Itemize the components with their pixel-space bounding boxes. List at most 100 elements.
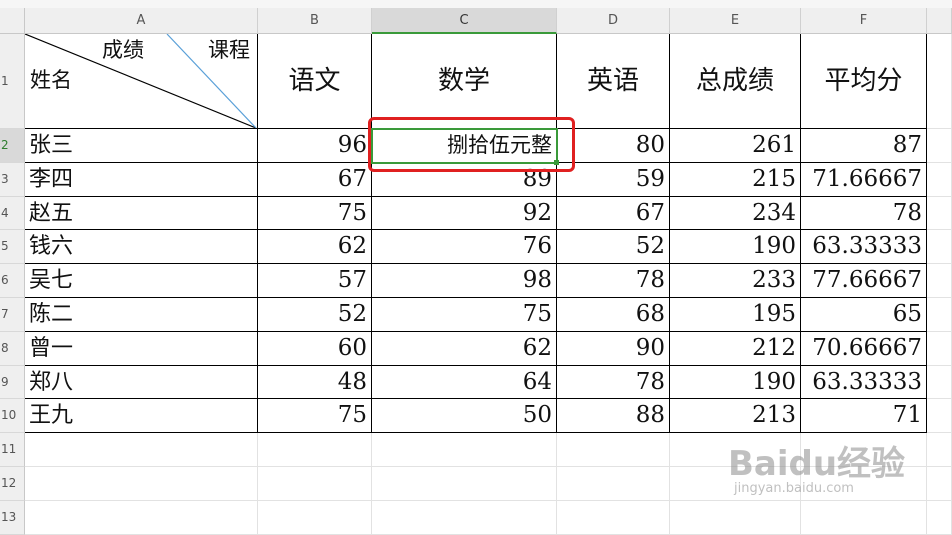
total-cell[interactable]: 213 (670, 399, 801, 434)
row-header-9[interactable]: 9 (0, 365, 25, 400)
avg-cell[interactable]: 70.66667 (801, 331, 927, 366)
row-header-10[interactable]: 10 (0, 399, 25, 434)
english-cell[interactable]: 68 (557, 298, 670, 332)
row-header-8[interactable]: 8 (0, 331, 25, 366)
name-cell[interactable]: 陈二 (25, 298, 258, 332)
chinese-cell[interactable]: 75 (258, 196, 372, 231)
english-cell[interactable]: 67 (557, 196, 670, 231)
total-cell[interactable]: 195 (670, 298, 801, 332)
row-header-1[interactable]: 1 (0, 34, 25, 129)
chinese-cell[interactable]: 96 (258, 129, 372, 163)
row-header-2[interactable]: 2 (0, 129, 25, 163)
english-cell[interactable]: 78 (557, 365, 670, 400)
empty-cell[interactable] (927, 129, 952, 163)
empty-cell[interactable] (927, 433, 952, 467)
name-cell[interactable]: 李四 (25, 162, 258, 197)
math-cell[interactable]: 75 (372, 298, 557, 332)
empty-cell[interactable] (372, 467, 557, 501)
empty-cell[interactable] (927, 162, 952, 197)
total-cell[interactable]: 212 (670, 331, 801, 366)
total-cell[interactable]: 234 (670, 196, 801, 231)
math-cell[interactable]: 64 (372, 365, 557, 400)
math-cell[interactable]: 62 (372, 331, 557, 366)
empty-cell[interactable] (372, 433, 557, 467)
row-header-6[interactable]: 6 (0, 264, 25, 298)
empty-cell[interactable] (927, 365, 952, 400)
avg-cell[interactable]: 87 (801, 129, 927, 163)
empty-cell[interactable] (927, 331, 952, 366)
total-cell[interactable]: 215 (670, 162, 801, 197)
empty-cell[interactable] (258, 433, 372, 467)
empty-cell[interactable] (927, 264, 952, 298)
empty-cell[interactable] (670, 433, 801, 467)
chinese-cell[interactable]: 67 (258, 162, 372, 197)
english-cell[interactable]: 90 (557, 331, 670, 366)
english-cell[interactable]: 52 (557, 230, 670, 265)
row-header-3[interactable]: 3 (0, 162, 25, 197)
math-cell[interactable]: 92 (372, 196, 557, 231)
english-cell[interactable]: 59 (557, 162, 670, 197)
math-cell[interactable]: 50 (372, 399, 557, 434)
fill-handle[interactable] (554, 159, 559, 165)
header-cell[interactable]: 平均分 (801, 34, 927, 129)
avg-cell[interactable]: 77.66667 (801, 264, 927, 298)
empty-cell[interactable] (927, 467, 952, 501)
row-header-5[interactable]: 5 (0, 230, 25, 265)
column-header-b[interactable]: B (258, 8, 372, 34)
name-cell[interactable]: 吴七 (25, 264, 258, 298)
empty-cell[interactable] (801, 433, 927, 467)
empty-cell[interactable] (25, 433, 258, 467)
empty-cell[interactable] (557, 433, 670, 467)
chinese-cell[interactable]: 62 (258, 230, 372, 265)
chinese-cell[interactable]: 60 (258, 331, 372, 366)
avg-cell[interactable]: 71 (801, 399, 927, 434)
name-cell[interactable]: 曾一 (25, 331, 258, 366)
math-cell[interactable]: 98 (372, 264, 557, 298)
row-header-7[interactable]: 7 (0, 298, 25, 332)
empty-cell[interactable] (927, 230, 952, 265)
row-header-12[interactable]: 12 (0, 467, 25, 501)
avg-cell[interactable]: 63.33333 (801, 365, 927, 400)
english-cell[interactable]: 80 (557, 129, 670, 163)
row-header-11[interactable]: 11 (0, 433, 25, 467)
empty-cell[interactable] (927, 34, 952, 129)
empty-cell[interactable] (557, 467, 670, 501)
select-all-corner[interactable] (0, 8, 25, 34)
header-cell[interactable]: 总成绩 (670, 34, 801, 129)
total-cell[interactable]: 261 (670, 129, 801, 163)
column-header-e[interactable]: E (670, 8, 801, 34)
math-cell[interactable]: 捌拾伍元整 (372, 129, 557, 163)
total-cell[interactable]: 190 (670, 230, 801, 265)
english-cell[interactable]: 88 (557, 399, 670, 434)
header-cell[interactable]: 数学 (372, 34, 557, 129)
chinese-cell[interactable]: 48 (258, 365, 372, 400)
total-cell[interactable]: 233 (670, 264, 801, 298)
chinese-cell[interactable]: 75 (258, 399, 372, 434)
name-cell[interactable]: 钱六 (25, 230, 258, 265)
name-cell[interactable]: 王九 (25, 399, 258, 434)
header-cell[interactable]: 英语 (557, 34, 670, 129)
column-header-a[interactable]: A (25, 8, 258, 34)
empty-cell[interactable] (927, 399, 952, 434)
empty-cell[interactable] (670, 467, 801, 501)
name-cell[interactable]: 张三 (25, 129, 258, 163)
column-header-g[interactable] (927, 8, 952, 34)
empty-cell[interactable] (25, 467, 258, 501)
empty-cell[interactable] (927, 196, 952, 231)
chinese-cell[interactable]: 52 (258, 298, 372, 332)
header-cell[interactable]: 语文 (258, 34, 372, 129)
diagonal-header-cell[interactable]: 成绩 课程 姓名 (25, 34, 258, 129)
name-cell[interactable]: 赵五 (25, 196, 258, 231)
empty-cell[interactable] (801, 467, 927, 501)
chinese-cell[interactable]: 57 (258, 264, 372, 298)
column-header-f[interactable]: F (801, 8, 927, 34)
avg-cell[interactable]: 78 (801, 196, 927, 231)
english-cell[interactable]: 78 (557, 264, 670, 298)
avg-cell[interactable]: 65 (801, 298, 927, 332)
column-header-c[interactable]: C (372, 8, 557, 34)
column-header-d[interactable]: D (557, 8, 670, 34)
math-cell[interactable]: 89 (372, 162, 557, 197)
avg-cell[interactable]: 71.66667 (801, 162, 927, 197)
row-header-4[interactable]: 4 (0, 196, 25, 231)
name-cell[interactable]: 郑八 (25, 365, 258, 400)
